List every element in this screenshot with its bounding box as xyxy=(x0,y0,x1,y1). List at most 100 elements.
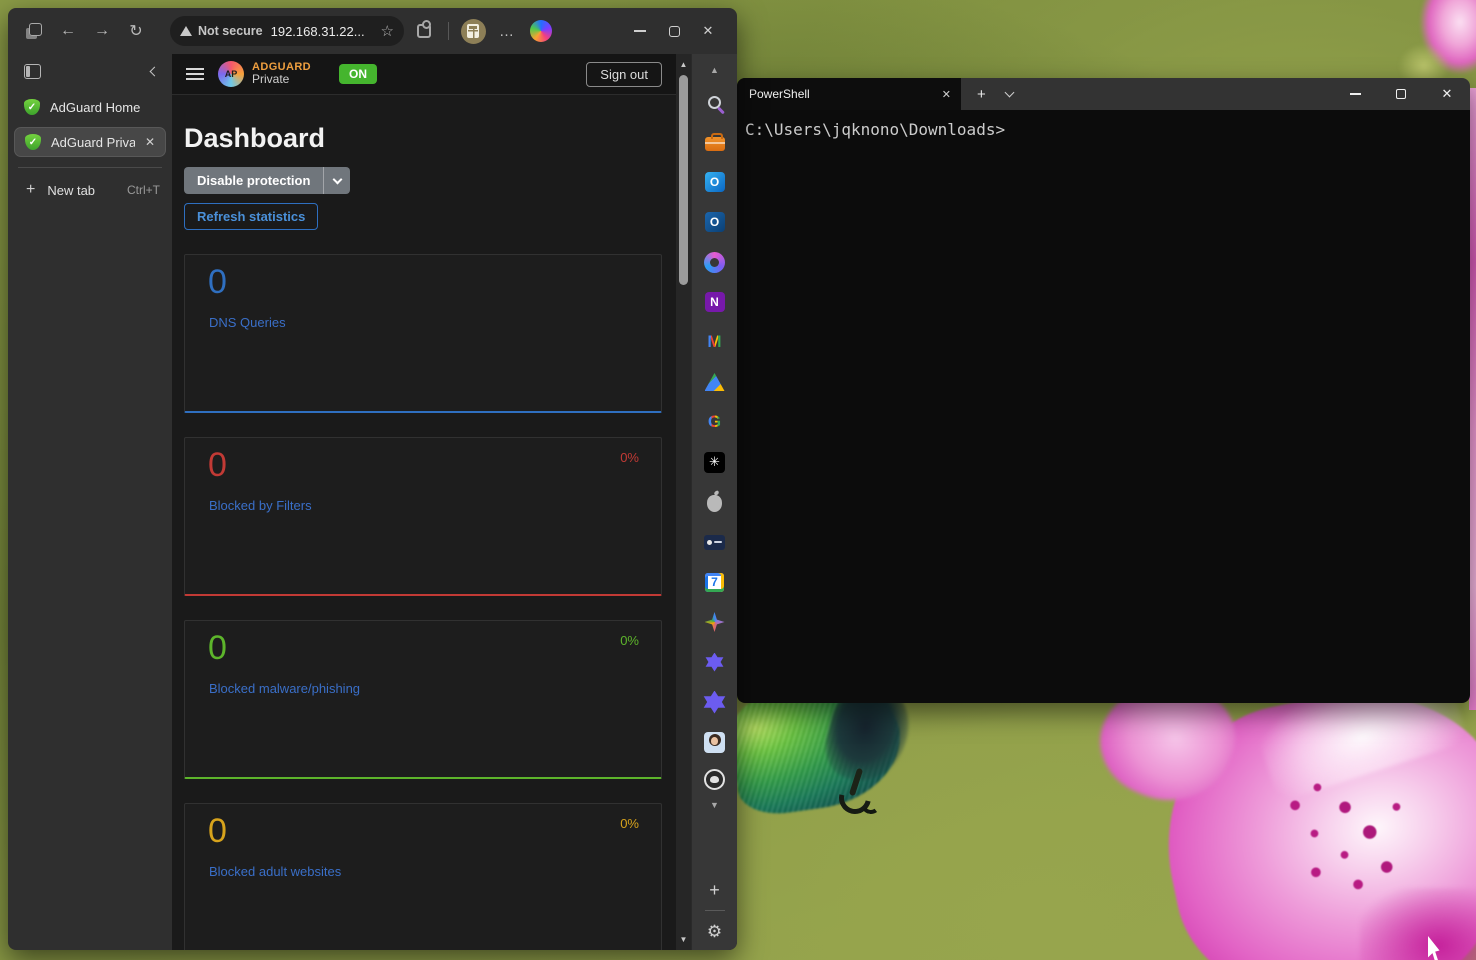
dashboard-content: Dashboard Disable protection Refresh sta… xyxy=(172,95,676,950)
chatgpt-icon[interactable]: ✳ xyxy=(703,450,727,474)
brand-block: ADGUARD Private xyxy=(252,61,311,86)
adguard-shield-icon: ✓ xyxy=(24,99,40,115)
settings-more-button[interactable]: … xyxy=(493,17,521,45)
check-icon: ✓ xyxy=(28,102,36,113)
disable-protection-button[interactable]: Disable protection xyxy=(184,167,323,194)
navy-app-icon[interactable] xyxy=(703,530,727,554)
calculator-grid xyxy=(467,24,479,38)
sign-out-button[interactable]: Sign out xyxy=(586,62,662,87)
ai-star-2-icon[interactable] xyxy=(703,690,727,714)
forward-button[interactable]: → xyxy=(88,17,116,45)
collapse-sidebar-icon[interactable] xyxy=(150,67,160,77)
puzzle-icon xyxy=(417,24,431,38)
not-secure-warning-icon xyxy=(180,26,192,36)
adguard-page: AP ADGUARD Private ON Sign out Dashboard… xyxy=(172,54,676,950)
chevron-down-icon xyxy=(332,174,342,184)
gmail-icon[interactable]: M xyxy=(703,330,727,354)
google-calendar-icon[interactable]: 7 xyxy=(703,570,727,594)
copilot-icon xyxy=(530,20,552,42)
scrollbar-up-arrow[interactable]: ▲ xyxy=(676,60,691,69)
tools-icon[interactable] xyxy=(703,130,727,154)
scrollbar-thumb[interactable] xyxy=(679,75,688,285)
tab-adguard-private[interactable]: ✓ AdGuard Private ✕ xyxy=(14,127,166,157)
edge-sidebar-rail: ▲ O O N M G ✳ 7 ▼ + xyxy=(691,54,737,950)
stat-value: 0 xyxy=(208,812,227,851)
google-drive-icon[interactable] xyxy=(703,370,727,394)
gemini-icon[interactable] xyxy=(703,610,727,634)
apple-icon[interactable] xyxy=(703,490,727,514)
brand-subtitle: Private xyxy=(252,73,311,86)
onenote-icon[interactable]: N xyxy=(703,290,727,314)
tab-label: AdGuard Private xyxy=(51,135,135,150)
stat-card-blocked-by-filters: 0 Blocked by Filters 0% xyxy=(184,437,662,596)
favorite-star-icon[interactable]: ☆ xyxy=(381,22,394,40)
scrollbar-down-arrow[interactable]: ▼ xyxy=(676,935,691,944)
adguard-header: AP ADGUARD Private ON Sign out xyxy=(172,54,676,95)
rail-settings-icon[interactable]: ⚙ xyxy=(703,920,727,944)
stat-label-link[interactable]: Blocked adult websites xyxy=(209,864,341,879)
terminal-close-button[interactable]: ✕ xyxy=(1424,78,1470,110)
ai-star-icon[interactable] xyxy=(703,650,727,674)
menu-hamburger-icon[interactable] xyxy=(186,68,204,80)
terminal-dropdown-icon[interactable] xyxy=(1004,88,1014,98)
minimize-icon xyxy=(1350,93,1361,95)
hummingbird-leg xyxy=(849,768,863,796)
address-bar[interactable]: Not secure 192.168.31.22... ☆ xyxy=(170,16,404,46)
page-scrollbar[interactable]: ▲ ▼ xyxy=(676,54,691,950)
google-icon[interactable]: G xyxy=(703,410,727,434)
magnifier-glyph xyxy=(708,96,721,109)
minimize-button[interactable] xyxy=(623,16,657,46)
refresh-statistics-button[interactable]: Refresh statistics xyxy=(184,203,318,230)
rail-add-button[interactable]: + xyxy=(703,878,727,902)
terminal-new-tab-button[interactable]: + xyxy=(977,86,986,103)
page-title: Dashboard xyxy=(184,123,662,154)
stat-label-link[interactable]: Blocked by Filters xyxy=(209,498,312,513)
terminal-prompt: C:\Users\jqknono\Downloads> xyxy=(745,120,1005,139)
terminal-window-controls: ✕ xyxy=(1332,78,1470,110)
terminal-title-bar: PowerShell ✕ + ✕ xyxy=(737,78,1470,110)
not-secure-label[interactable]: Not secure xyxy=(198,24,263,38)
new-tab-button[interactable]: + New tab Ctrl+T xyxy=(8,174,172,206)
url-text[interactable]: 192.168.31.22... xyxy=(271,24,365,39)
close-button[interactable]: ✕ xyxy=(691,16,725,46)
profile-avatar-icon[interactable] xyxy=(703,730,727,754)
terminal-tab-close-icon[interactable]: ✕ xyxy=(942,88,951,101)
stat-card-blocked-malware: 0 Blocked malware/phishing 0% xyxy=(184,620,662,779)
outlook-glyph: O xyxy=(705,212,725,232)
disable-protection-dropdown[interactable] xyxy=(323,167,350,194)
adguard-logo[interactable]: AP xyxy=(218,61,244,87)
stat-percent: 0% xyxy=(620,633,639,648)
tab-adguard-home[interactable]: ✓ AdGuard Home xyxy=(8,93,172,121)
extension-badge-button[interactable] xyxy=(459,17,487,45)
extensions-button[interactable] xyxy=(410,17,438,45)
foxglove-petal xyxy=(1141,664,1476,960)
maximize-button[interactable] xyxy=(657,16,691,46)
stat-value: 0 xyxy=(208,263,227,302)
terminal-content[interactable]: C:\Users\jqknono\Downloads> xyxy=(737,110,1470,703)
stat-label-link[interactable]: DNS Queries xyxy=(209,315,286,330)
terminal-minimize-button[interactable] xyxy=(1332,78,1378,110)
terminal-maximize-button[interactable] xyxy=(1378,78,1424,110)
outlook-2-icon[interactable]: O xyxy=(703,210,727,234)
refresh-button[interactable]: ↻ xyxy=(122,17,150,45)
tab-actions-button[interactable] xyxy=(20,17,48,45)
github-icon[interactable] xyxy=(703,767,727,791)
back-button[interactable]: ← xyxy=(54,17,82,45)
ai-star-glyph xyxy=(705,653,724,672)
stat-label-link[interactable]: Blocked malware/phishing xyxy=(209,681,360,696)
apple-glyph xyxy=(707,495,722,512)
outlook-icon[interactable]: O xyxy=(703,170,727,194)
rail-scroll-up-icon[interactable]: ▲ xyxy=(703,58,727,82)
tab-close-icon[interactable]: ✕ xyxy=(145,135,155,149)
toolbar-divider xyxy=(448,22,449,40)
rail-scroll-down-icon[interactable]: ▼ xyxy=(703,793,727,817)
gmail-glyph: M xyxy=(707,332,721,352)
vertical-tabs-sidebar: ✓ AdGuard Home ✓ AdGuard Private ✕ + New… xyxy=(8,54,172,950)
terminal-tab-powershell[interactable]: PowerShell ✕ xyxy=(737,78,961,110)
maximize-icon xyxy=(669,26,680,37)
tab-panel-icon[interactable] xyxy=(24,64,41,79)
minimize-icon xyxy=(634,30,646,32)
copilot-button[interactable] xyxy=(527,17,555,45)
microsoft-365-icon[interactable] xyxy=(703,250,727,274)
search-icon[interactable] xyxy=(703,90,727,114)
